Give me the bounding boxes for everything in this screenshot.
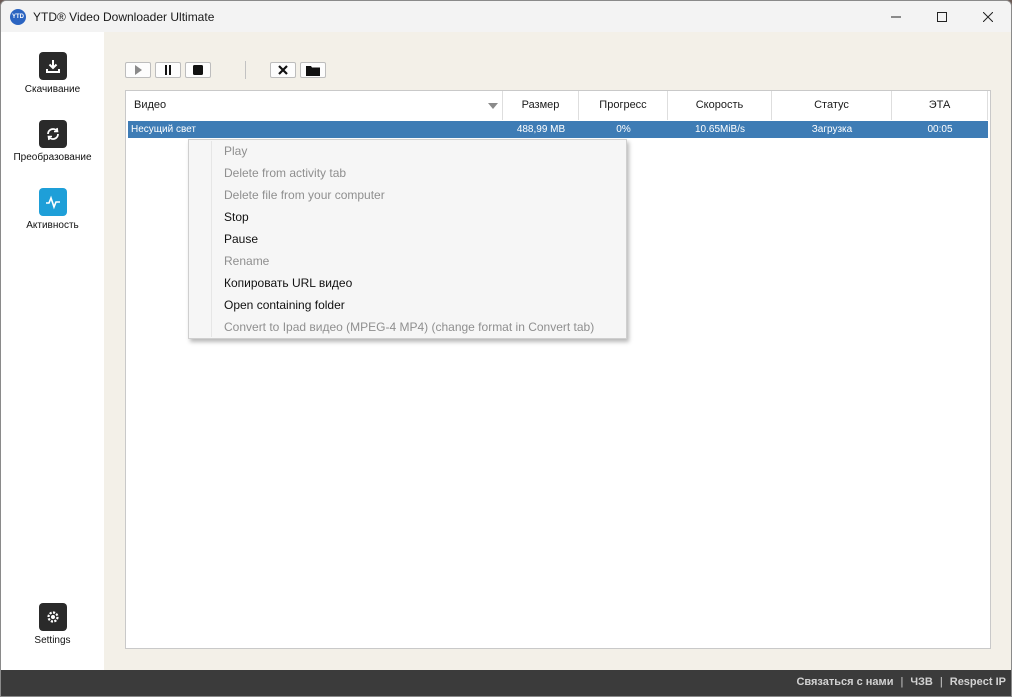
minimize-button[interactable] — [873, 1, 919, 32]
menu-item-convert[interactable]: Convert to Ipad видео (MPEG-4 MP4) (chan… — [224, 317, 594, 337]
title-bar[interactable]: YTD YTD® Video Downloader Ultimate — [1, 1, 1011, 32]
sort-arrow-icon — [488, 103, 498, 109]
menu-item-delete-from-tab[interactable]: Delete from activity tab — [224, 163, 346, 183]
app-window: YTD YTD® Video Downloader Ultimate Скачи… — [0, 0, 1012, 697]
footer-bar: Связаться с нами | ЧЗВ | Respect IP — [1, 670, 1011, 696]
footer-separator: | — [939, 676, 943, 688]
play-icon — [135, 65, 142, 75]
table-row[interactable]: Несущий свет 488,99 MB 0% 10.65MiB/s Заг… — [128, 121, 988, 138]
cell-speed: 10.65MiB/s — [694, 124, 746, 135]
close-button[interactable] — [965, 1, 1011, 32]
sidebar-item-download[interactable]: Скачивание — [1, 52, 104, 95]
column-header-video[interactable]: Видео — [126, 91, 503, 120]
column-header-status[interactable]: Статус — [772, 91, 892, 120]
sidebar-item-convert[interactable]: Преобразование — [1, 120, 104, 163]
sidebar-item-activity[interactable]: Активность — [1, 188, 104, 231]
main-content: Видео Размер Прогресс Скорость Статус ЭТ… — [104, 32, 1011, 670]
column-header-eta[interactable]: ЭТА — [892, 91, 988, 120]
stop-icon — [193, 65, 203, 75]
column-header-size[interactable]: Размер — [503, 91, 579, 120]
delete-button[interactable] — [270, 62, 296, 78]
gear-icon — [38, 603, 67, 631]
cell-status: Загрузка — [811, 124, 853, 135]
context-menu: Play Delete from activity tab Delete fil… — [188, 139, 627, 339]
sidebar-item-label: Активность — [26, 220, 79, 231]
cell-video: Несущий свет — [131, 124, 196, 135]
minimize-icon — [891, 16, 901, 17]
sidebar-item-label: Скачивание — [24, 84, 81, 95]
delete-icon — [278, 65, 288, 75]
cell-progress: 0% — [616, 124, 631, 135]
toolbar-divider — [245, 61, 246, 79]
play-button[interactable] — [125, 62, 151, 78]
maximize-button[interactable] — [919, 1, 965, 32]
menu-item-stop[interactable]: Stop — [224, 207, 249, 227]
window-controls — [873, 1, 1011, 32]
menu-item-delete-file[interactable]: Delete file from your computer — [224, 185, 385, 205]
footer-link-respect-ip[interactable]: Respect IP — [950, 676, 1006, 688]
menu-item-pause[interactable]: Pause — [224, 229, 258, 249]
sidebar-item-settings[interactable]: Settings — [1, 603, 104, 646]
footer-separator: | — [900, 676, 904, 688]
sidebar: Скачивание Преобразование Активность Set… — [1, 32, 104, 670]
cell-size: 488,99 MB — [516, 124, 566, 135]
maximize-icon — [937, 11, 947, 22]
column-header-speed[interactable]: Скорость — [668, 91, 772, 120]
menu-item-copy-url[interactable]: Копировать URL видео — [224, 273, 352, 293]
table-header: Видео Размер Прогресс Скорость Статус ЭТ… — [126, 91, 990, 120]
folder-icon — [306, 65, 320, 76]
footer-link-faq[interactable]: ЧЗВ — [910, 676, 933, 688]
open-folder-button[interactable] — [300, 62, 326, 78]
menu-gutter — [211, 141, 212, 337]
pause-icon — [165, 65, 171, 75]
cell-eta: 00:05 — [927, 124, 953, 135]
app-logo: YTD — [10, 8, 26, 25]
footer-links: Связаться с нами | ЧЗВ | Respect IP — [796, 676, 1006, 688]
window-title: YTD® Video Downloader Ultimate — [33, 9, 215, 24]
activity-icon — [38, 188, 67, 216]
pause-button[interactable] — [155, 62, 181, 78]
column-header-progress[interactable]: Прогресс — [579, 91, 668, 120]
sidebar-item-label: Преобразование — [13, 152, 92, 163]
close-icon — [983, 11, 993, 22]
menu-item-rename[interactable]: Rename — [224, 251, 269, 271]
toolbar — [125, 60, 330, 80]
footer-link-contact[interactable]: Связаться с нами — [796, 676, 893, 688]
menu-item-play[interactable]: Play — [224, 141, 247, 161]
settings-label: Settings — [34, 635, 71, 646]
stop-button[interactable] — [185, 62, 211, 78]
download-icon — [38, 52, 67, 80]
menu-item-open-folder[interactable]: Open containing folder — [224, 295, 345, 315]
convert-icon — [38, 120, 67, 148]
